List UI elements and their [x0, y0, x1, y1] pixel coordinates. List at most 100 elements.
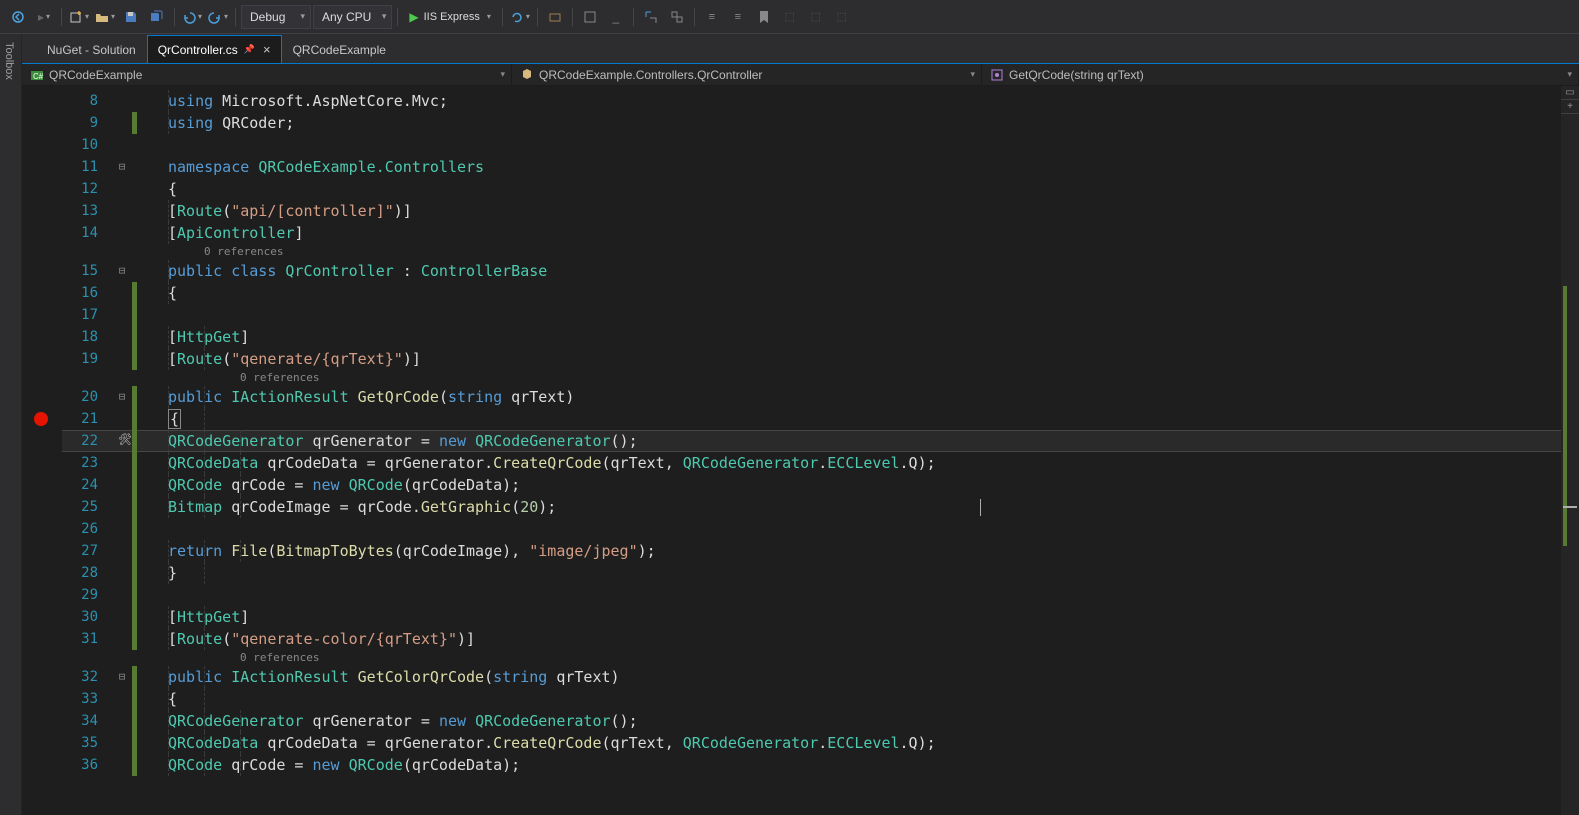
fold-toggle — [112, 222, 132, 244]
scroll-map[interactable]: ▭ + — [1561, 86, 1579, 815]
tool1-button[interactable] — [578, 5, 602, 29]
code-area[interactable]: using Microsoft.AspNetCore.Mvc; using QR… — [140, 86, 1561, 815]
code-line[interactable]: [HttpGet] — [168, 326, 249, 348]
change-marker — [132, 732, 137, 754]
code-line[interactable]: QRCode qrCode = new QRCode(qrCodeData); — [168, 754, 520, 776]
open-button[interactable]: ▾ — [93, 5, 117, 29]
change-marker — [132, 156, 137, 178]
quick-action-icon[interactable]: 🛠 — [118, 433, 132, 446]
change-marker — [132, 754, 137, 776]
step-in-button[interactable] — [639, 5, 663, 29]
fold-gutter[interactable]: ⊟ ⊟ ⊟ ⊟ — [112, 86, 132, 815]
fold-toggle[interactable]: ⊟ — [112, 386, 132, 408]
change-marker — [132, 430, 137, 452]
fold-toggle — [112, 348, 132, 370]
split-button[interactable]: ▭ — [1561, 86, 1579, 100]
new-project-button[interactable]: ▾ — [67, 5, 91, 29]
code-line[interactable]: QRCodeData qrCodeData = qrGenerator.Crea… — [168, 452, 936, 474]
change-marker — [132, 90, 137, 112]
save-all-button[interactable] — [145, 5, 169, 29]
class-icon — [520, 68, 534, 82]
fold-toggle[interactable]: ⊟ — [112, 260, 132, 282]
code-line[interactable]: using Microsoft.AspNetCore.Mvc; — [168, 90, 448, 112]
browser-link-button[interactable] — [543, 5, 567, 29]
toolbox-tab[interactable]: Toolbox — [0, 34, 18, 88]
code-line[interactable]: QRCodeData qrCodeData = qrGenerator.Crea… — [168, 732, 936, 754]
fold-toggle — [112, 710, 132, 732]
change-marker — [132, 688, 137, 710]
code-line[interactable]: QRCodeGenerator qrGenerator = new QRCode… — [168, 710, 638, 732]
code-line[interactable]: using QRCoder; — [168, 112, 294, 134]
pin-icon[interactable]: 📌 — [244, 44, 255, 55]
codelens-references[interactable]: 0 references — [240, 370, 319, 386]
undo-button[interactable]: ▾ — [180, 5, 204, 29]
code-line[interactable]: [Route("qenerate/{qrText}")] — [168, 348, 421, 370]
nav-fwd-button[interactable]: ▸▾ — [32, 5, 56, 29]
code-line[interactable]: } — [168, 562, 177, 584]
comment-button[interactable]: ≡ — [700, 5, 724, 29]
change-marker — [132, 408, 137, 430]
code-line[interactable]: [HttpGet] — [168, 606, 249, 628]
refresh-button[interactable]: ▾ — [508, 5, 532, 29]
code-line[interactable]: [ApiController] — [168, 222, 303, 244]
code-editor[interactable]: 8910111213141516171819202122232425262728… — [22, 86, 1561, 815]
nav-member[interactable]: GetQrCode(string qrText) — [982, 64, 1579, 85]
redo-button[interactable]: ▾ — [206, 5, 230, 29]
codelens-references[interactable]: 0 references — [240, 650, 319, 666]
run-button[interactable]: ▶IIS Express▾ — [403, 5, 497, 29]
t3-button[interactable]: ⬚ — [830, 5, 854, 29]
line-number: 13 — [62, 200, 112, 222]
code-line[interactable]: [Route("qenerate-color/{qrText}")] — [168, 628, 475, 650]
breakpoint-marker[interactable] — [34, 412, 48, 426]
code-line[interactable]: public class QrController : ControllerBa… — [168, 260, 547, 282]
step-out-button[interactable] — [665, 5, 689, 29]
change-marker — [132, 326, 137, 348]
code-line[interactable]: public IActionResult GetColorQrCode(stri… — [168, 666, 620, 688]
code-line[interactable]: return File(BitmapToBytes(qrCodeImage), … — [168, 540, 656, 562]
change-marker — [132, 474, 137, 496]
solution-platform-select[interactable]: Any CPU — [313, 5, 392, 29]
t1-button[interactable]: ⬚ — [778, 5, 802, 29]
change-marker — [132, 348, 137, 370]
code-line[interactable]: namespace QRCodeExample.Controllers — [168, 156, 484, 178]
expand-button[interactable]: + — [1561, 100, 1579, 114]
file-tab[interactable]: NuGet - Solution — [36, 35, 147, 63]
line-number: 15 — [62, 260, 112, 282]
line-number: 17 — [62, 304, 112, 326]
line-number: 9 — [62, 112, 112, 134]
uncomment-button[interactable]: ≡ — [726, 5, 750, 29]
save-button[interactable] — [119, 5, 143, 29]
change-marker — [132, 178, 137, 200]
nav-member-label: GetQrCode(string qrText) — [1009, 68, 1144, 82]
codelens-references[interactable]: 0 references — [204, 244, 283, 260]
nav-back-button[interactable] — [6, 5, 30, 29]
nav-class[interactable]: QRCodeExample.Controllers.QrController — [512, 64, 982, 85]
fold-toggle[interactable]: ⊟ — [112, 666, 132, 688]
file-tab[interactable]: QRCodeExample — [282, 35, 397, 63]
file-tab[interactable]: QrController.cs 📌 × — [147, 35, 282, 63]
code-line[interactable]: { — [168, 408, 181, 430]
line-number: 24 — [62, 474, 112, 496]
bookmark-button[interactable] — [752, 5, 776, 29]
fold-toggle — [112, 540, 132, 562]
tool2-button[interactable]: _ — [604, 5, 628, 29]
caret-overview-marker — [1563, 506, 1577, 508]
file-tab-label: QrController.cs — [158, 43, 238, 57]
fold-toggle — [112, 134, 132, 156]
nav-project[interactable]: C# QRCodeExample — [22, 64, 512, 85]
code-line[interactable]: { — [168, 688, 177, 710]
code-line[interactable]: QRCodeGenerator qrGenerator = new QRCode… — [168, 430, 638, 452]
fold-toggle[interactable]: ⊟ — [112, 156, 132, 178]
code-line[interactable]: { — [168, 178, 177, 200]
code-line[interactable]: Bitmap qrCodeImage = qrCode.GetGraphic(2… — [168, 496, 556, 518]
code-line[interactable]: { — [168, 282, 177, 304]
line-number: 27 — [62, 540, 112, 562]
t2-button[interactable]: ⬚ — [804, 5, 828, 29]
code-line[interactable]: [Route("api/[controller]")] — [168, 200, 412, 222]
code-line[interactable]: QRCode qrCode = new QRCode(qrCodeData); — [168, 474, 520, 496]
breakpoint-gutter[interactable] — [22, 86, 62, 815]
solution-config-select[interactable]: Debug — [241, 5, 311, 29]
code-line[interactable]: public IActionResult GetQrCode(string qr… — [168, 386, 574, 408]
close-tab-button[interactable]: × — [263, 42, 271, 57]
change-marker — [132, 562, 137, 584]
